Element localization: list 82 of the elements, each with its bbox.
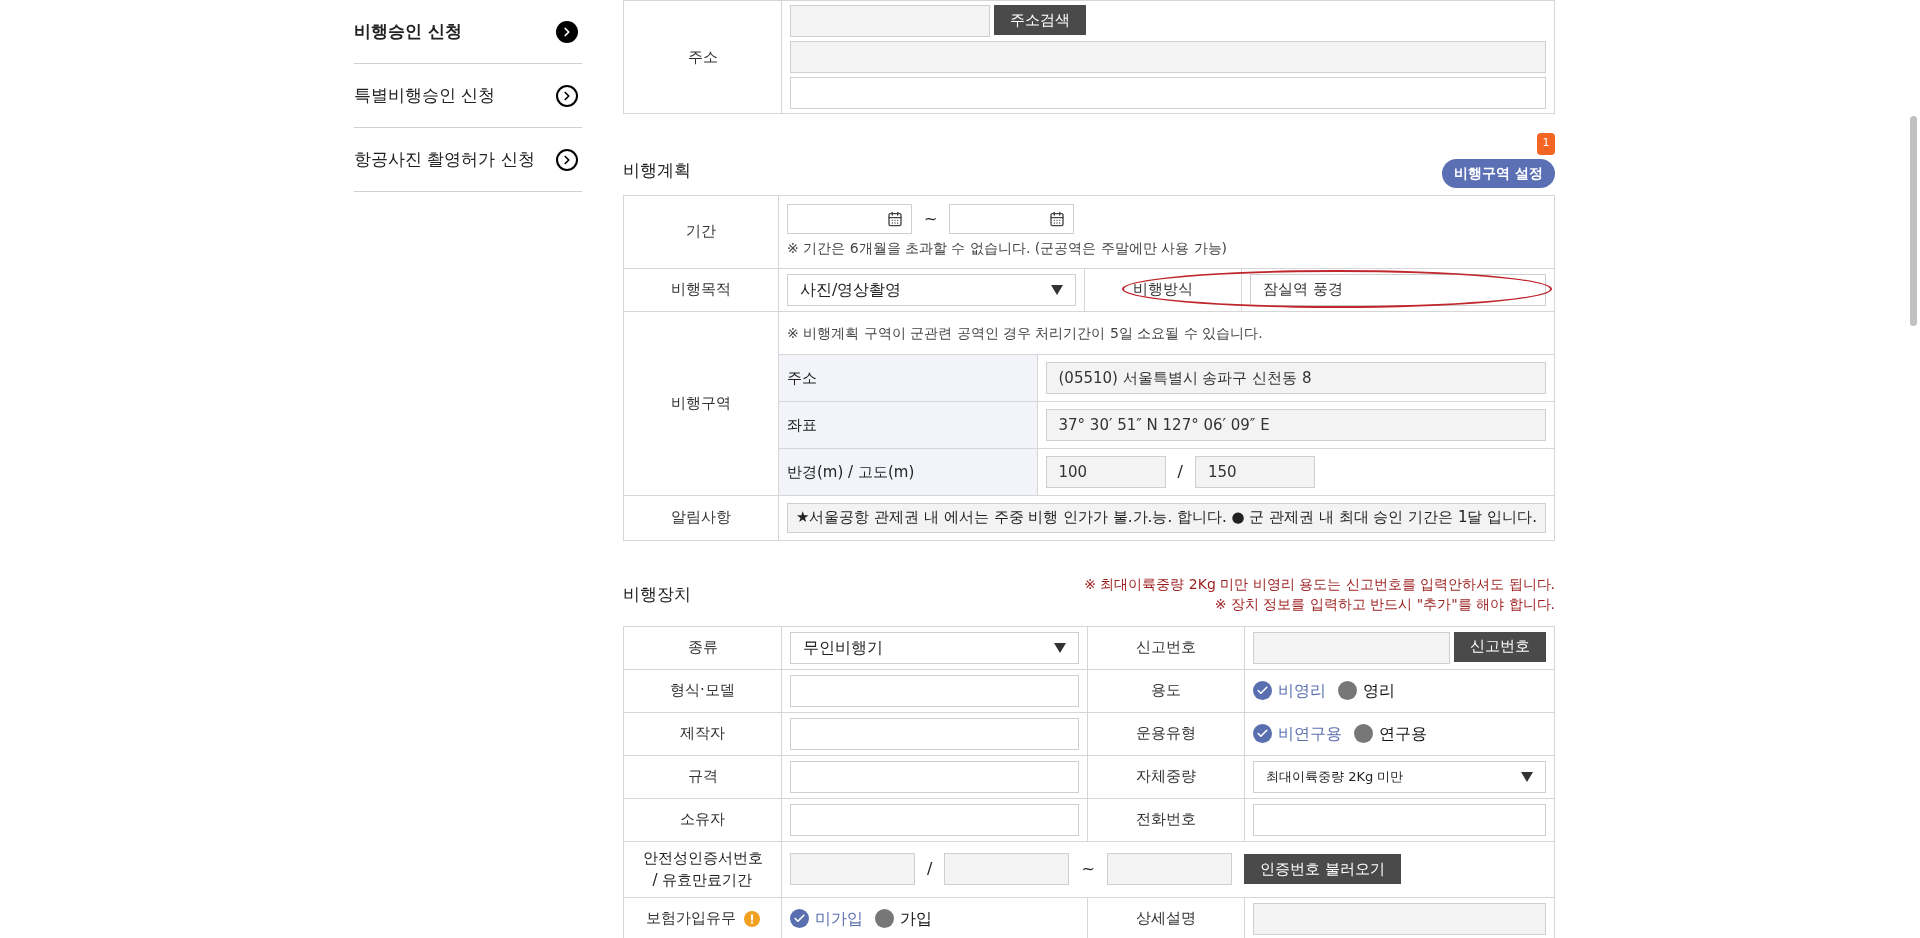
scrollbar-thumb[interactable] — [1910, 116, 1917, 326]
radio-checked-icon — [1253, 724, 1272, 743]
field-label: 형식·모델 — [623, 669, 782, 712]
field-label: 규격 — [623, 755, 782, 798]
text-field[interactable] — [1253, 631, 1450, 664]
field-label-text: 보험가입유무 — [645, 908, 736, 930]
field-label: 자체중량 — [1087, 755, 1245, 798]
date-field[interactable] — [949, 204, 1075, 234]
text-field[interactable]: 150 — [1194, 455, 1315, 488]
range-separator: ~ — [1081, 858, 1095, 880]
field-label: 반경(m) / 고도(m) — [779, 448, 1037, 495]
text-field[interactable] — [790, 674, 1079, 707]
text-field[interactable]: (05510) 서울특별시 송파구 신천동 8 — [1045, 362, 1546, 394]
radio-option[interactable]: 연구용 — [1354, 721, 1427, 746]
radio-unchecked-icon — [875, 909, 894, 928]
text-field[interactable] — [790, 853, 915, 885]
calendar-icon — [887, 211, 903, 227]
field-label: 종류 — [623, 626, 782, 669]
address-search-button[interactable]: 주소검색 — [994, 5, 1086, 35]
radio-checked-icon — [1253, 681, 1272, 700]
field-label: 기간 — [623, 195, 779, 268]
text-field[interactable] — [1253, 902, 1546, 935]
value-separator: / — [1177, 460, 1183, 483]
sidebar-item[interactable]: 항공사진 촬영허가 신청 — [354, 128, 582, 192]
field-label: 신고번호 — [1087, 626, 1245, 669]
field-label: 알림사항 — [623, 495, 779, 540]
text-field[interactable] — [944, 853, 1070, 885]
calendar-icon — [1049, 211, 1066, 227]
dropdown[interactable]: 사진/영상촬영 — [787, 273, 1076, 306]
radio-option[interactable]: 비영리 — [1253, 678, 1326, 703]
field-label: 주소 — [779, 354, 1037, 402]
text-field[interactable] — [1253, 803, 1546, 836]
field-label: 좌표 — [779, 401, 1037, 449]
text-field[interactable] — [790, 760, 1079, 793]
text-field[interactable] — [790, 803, 1079, 836]
notification-badge: 1 — [1537, 132, 1555, 155]
dropdown[interactable]: 최대이륙중량 2Kg 미만 — [1253, 760, 1546, 793]
radio-option[interactable]: 가입 — [875, 906, 932, 931]
text-field[interactable]: 잠실역 풍경 — [1250, 273, 1546, 306]
radio-checked-icon — [790, 909, 809, 928]
report-number-button[interactable]: 신고번호 — [1454, 631, 1546, 662]
alert-icon — [743, 910, 760, 927]
sidebar-item[interactable]: 비행승인 신청 — [354, 0, 582, 64]
field-label: 주소 — [623, 0, 782, 114]
caret-icon — [1521, 771, 1533, 782]
sidebar-item[interactable]: 특별비행승인 신청 — [354, 64, 582, 128]
field-label: 운용유형 — [1087, 712, 1245, 755]
dropdown[interactable]: 무인비행기 — [790, 631, 1079, 664]
section-title: 비행장치 — [623, 582, 691, 606]
field-label: 전화번호 — [1087, 798, 1245, 841]
field-label: 소유자 — [623, 798, 782, 841]
text-field[interactable] — [790, 5, 990, 37]
notice-text: ★서울공항 관제권 내 에서는 주중 비행 인가가 불.가.능. 합니다. ● 군 관제권 내 최대 승인 기간은 1달 입니다. — [787, 502, 1546, 533]
field-label: 비행구역 — [623, 311, 779, 495]
text-field[interactable] — [790, 717, 1079, 750]
text-field[interactable]: 100 — [1045, 455, 1166, 488]
warning-text: ※ 최대이륙중량 2Kg 미만 비영리 용도는 신고번호를 입력안하셔도 됩니다. — [1084, 574, 1555, 594]
warning-text: ※ 장치 정보를 입력하고 반드시 "추가"를 해야 합니다. — [1213, 594, 1555, 614]
zone-setting-button[interactable]: 비행구역 설정 — [1442, 158, 1555, 188]
date-field[interactable] — [787, 204, 912, 234]
radio-option[interactable]: 미가입 — [790, 906, 863, 931]
radio-option[interactable]: 영리 — [1338, 678, 1395, 703]
field-label: 제작자 — [623, 712, 782, 755]
text-field[interactable] — [790, 77, 1546, 109]
field-label: 비행방식 — [1084, 268, 1242, 311]
caret-icon — [1051, 284, 1063, 295]
radio-unchecked-icon — [1354, 724, 1373, 743]
load-certificate-button[interactable]: 인증번호 불러오기 — [1243, 854, 1401, 884]
period-note: ※ 기간은 6개월을 초과할 수 없습니다. (군공역은 주말에만 사용 가능) — [787, 239, 1229, 258]
range-separator: ~ — [924, 208, 938, 230]
area-note: ※ 비행계획 구역이 군관련 공역인 경우 처리기간이 5일 소요될 수 있습니다. — [787, 324, 1263, 341]
radio-option[interactable]: 비연구용 — [1253, 721, 1342, 746]
field-label: 용도 — [1087, 669, 1245, 712]
field-label: 안전성인증서번호 / 유효만료기간 — [623, 841, 782, 897]
caret-icon — [1054, 642, 1066, 653]
text-field[interactable] — [1106, 853, 1232, 885]
field-label: 비행목적 — [623, 268, 779, 311]
value-separator: / — [927, 858, 933, 880]
text-field[interactable] — [790, 41, 1546, 73]
section-title: 비행계획 — [623, 159, 691, 182]
radio-unchecked-icon — [1338, 681, 1357, 700]
text-field[interactable]: 37° 30′ 51″ N 127° 06′ 09″ E — [1045, 409, 1546, 441]
